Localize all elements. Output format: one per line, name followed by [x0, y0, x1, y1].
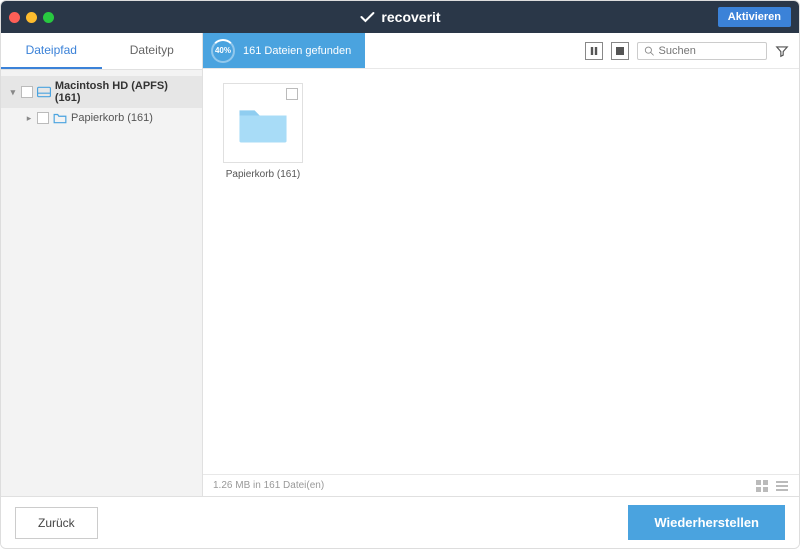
- disk-icon: [37, 86, 51, 98]
- checkbox[interactable]: [21, 86, 33, 98]
- search-icon: [644, 45, 655, 57]
- file-tree: ▾ Macintosh HD (APFS) (161) ▸ Papierkorb…: [1, 70, 202, 496]
- view-toggles: [755, 479, 789, 493]
- folder-label: Papierkorb (161): [226, 169, 300, 180]
- main-panel: 40% 161 Dateien gefunden: [203, 33, 799, 496]
- checkbox[interactable]: [37, 112, 49, 124]
- caret-right-icon[interactable]: ▸: [25, 113, 33, 124]
- grid-icon: [756, 480, 768, 492]
- minimize-window-button[interactable]: [26, 12, 37, 23]
- list-view-button[interactable]: [775, 479, 789, 493]
- brand: recoverit: [359, 9, 440, 25]
- pause-button[interactable]: [585, 42, 603, 60]
- tree-item-label: Macintosh HD (APFS) (161): [55, 80, 194, 104]
- search-input[interactable]: [659, 45, 761, 57]
- toolbar: 40% 161 Dateien gefunden: [203, 33, 799, 69]
- tree-item-label: Papierkorb (161): [71, 112, 153, 124]
- progress-ring: 40%: [211, 39, 235, 63]
- stop-icon: [616, 47, 624, 55]
- list-icon: [776, 480, 788, 492]
- close-window-button[interactable]: [9, 12, 20, 23]
- search-box[interactable]: [637, 42, 767, 60]
- window-controls: [9, 12, 54, 23]
- app-window: recoverit Aktivieren Dateipfad Dateityp …: [0, 0, 800, 549]
- titlebar: recoverit Aktivieren: [1, 1, 799, 33]
- main-area: Dateipfad Dateityp ▾ Macintosh HD (APFS)…: [1, 33, 799, 496]
- scan-status: 40% 161 Dateien gefunden: [203, 33, 365, 68]
- tab-file-path[interactable]: Dateipfad: [1, 33, 102, 69]
- folder-icon: [53, 112, 67, 124]
- caret-down-icon[interactable]: ▾: [9, 87, 17, 98]
- tree-item-trash[interactable]: ▸ Papierkorb (161): [1, 108, 202, 128]
- statusbar: 1.26 MB in 161 Datei(en): [203, 474, 799, 496]
- sidebar-tabs: Dateipfad Dateityp: [1, 33, 202, 70]
- brand-logo-icon: [359, 9, 375, 25]
- sidebar: Dateipfad Dateityp ▾ Macintosh HD (APFS)…: [1, 33, 203, 496]
- toolbar-right: [585, 42, 799, 60]
- stop-button[interactable]: [611, 42, 629, 60]
- content-grid: Papierkorb (161): [203, 69, 799, 474]
- status-summary: 1.26 MB in 161 Datei(en): [213, 480, 324, 491]
- recover-button[interactable]: Wiederherstellen: [628, 505, 785, 540]
- zoom-window-button[interactable]: [43, 12, 54, 23]
- folder-icon: [236, 102, 290, 144]
- back-button[interactable]: Zurück: [15, 507, 98, 539]
- folder-thumbnail: [223, 83, 303, 163]
- brand-text: recoverit: [381, 9, 440, 25]
- progress-percent: 40%: [215, 46, 231, 55]
- footer: Zurück Wiederherstellen: [1, 496, 799, 548]
- checkbox[interactable]: [286, 88, 298, 100]
- filter-icon[interactable]: [775, 44, 789, 58]
- activate-button[interactable]: Aktivieren: [718, 7, 791, 27]
- scan-status-text: 161 Dateien gefunden: [243, 45, 351, 57]
- grid-view-button[interactable]: [755, 479, 769, 493]
- pause-icon: [590, 47, 598, 55]
- tree-item-root[interactable]: ▾ Macintosh HD (APFS) (161): [1, 76, 202, 108]
- folder-item-trash[interactable]: Papierkorb (161): [217, 83, 309, 180]
- tab-file-type[interactable]: Dateityp: [102, 33, 203, 69]
